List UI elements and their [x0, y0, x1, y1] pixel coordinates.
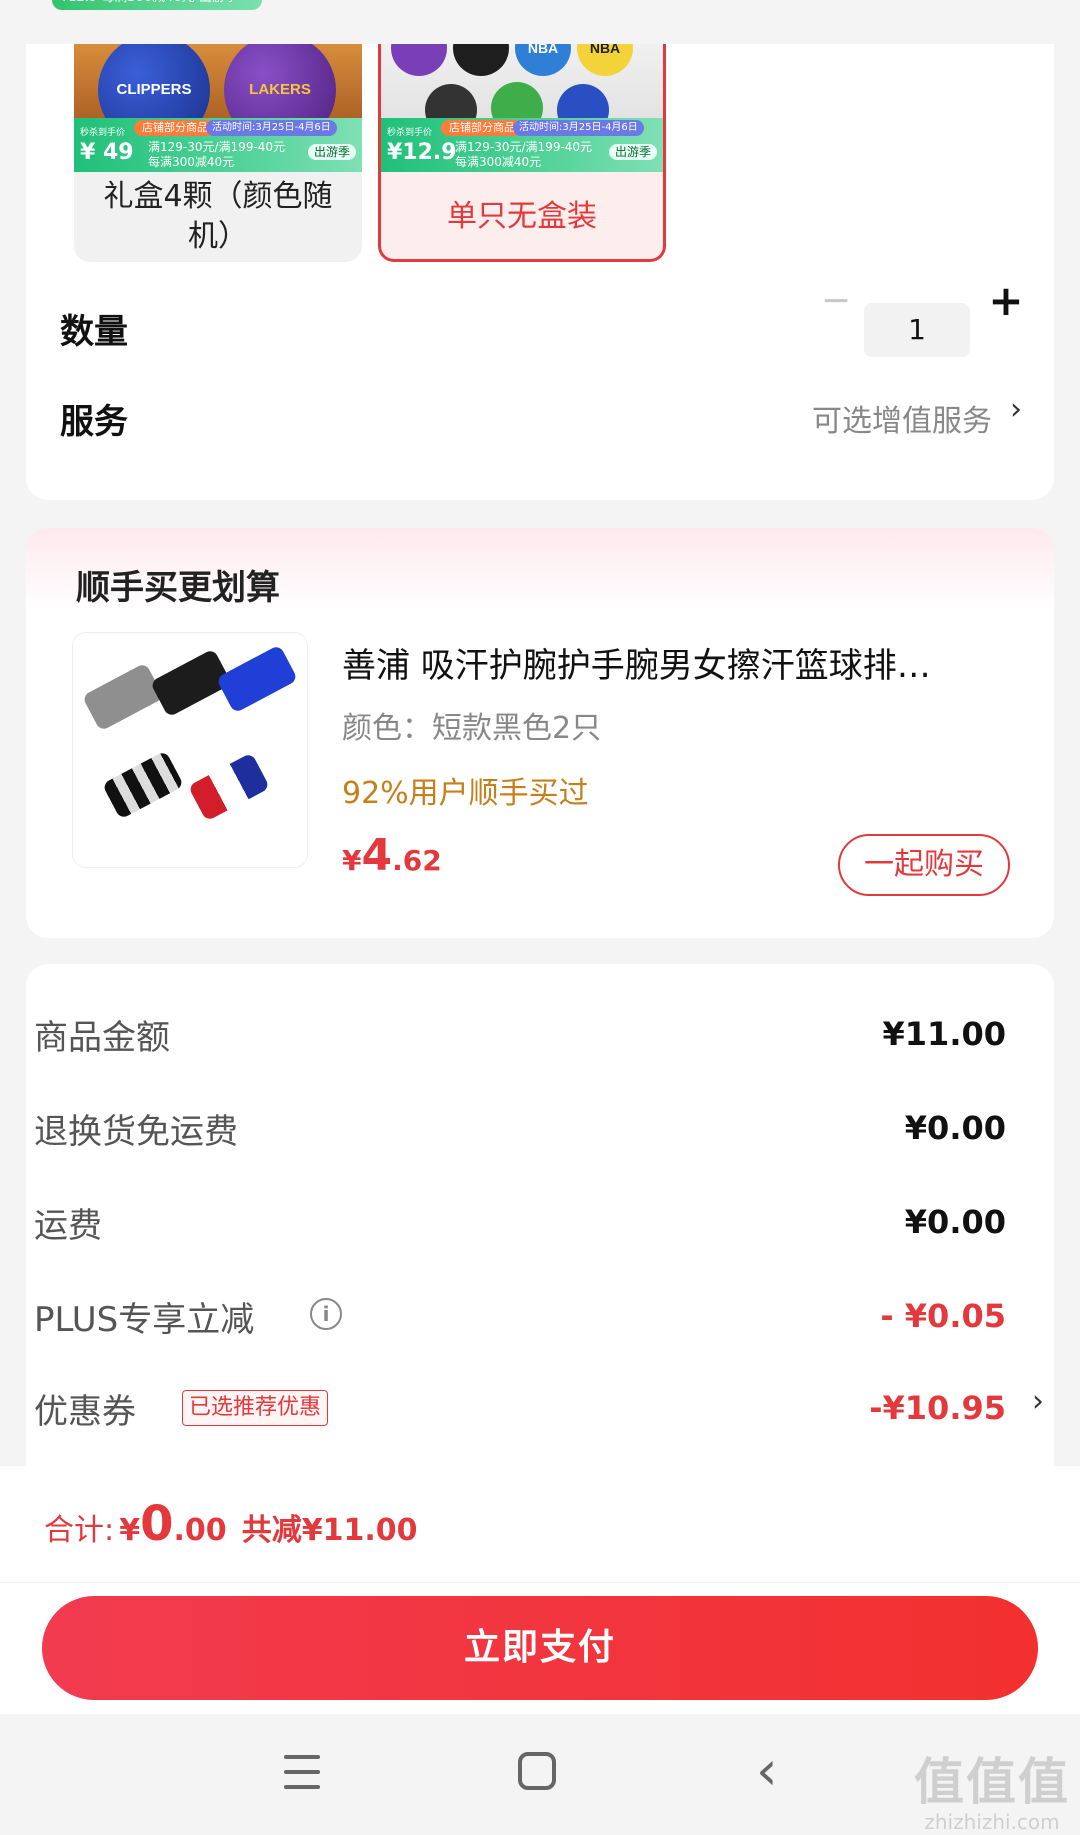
service-label: 服务 [60, 402, 128, 442]
options-card: CLIPPERS LAKERS 秒杀到手价 ¥ 49 店铺部分商品 活动时间:3… [26, 44, 1054, 500]
fee-value-plus: - ¥0.05 [880, 1297, 1006, 1335]
back-icon[interactable]: ‹ [756, 1744, 778, 1798]
recommend-product-image[interactable] [72, 632, 308, 868]
recent-apps-icon[interactable] [284, 1755, 320, 1789]
recommend-title: 顺手买更划算 [76, 568, 280, 608]
wristband-tricolor-icon [187, 752, 271, 822]
service-chevron-icon[interactable]: › [1010, 392, 1022, 427]
nba-ball-icon: NBA [515, 44, 571, 76]
coupon-chevron-icon[interactable]: › [1032, 1384, 1044, 1419]
promo-trip-tag: 出游季 [608, 144, 657, 160]
fee-value-goods: ¥11.00 [882, 1015, 1006, 1053]
promo-banner: 秒杀到手价 ¥12.9 店铺部分商品 活动时间:3月25日-4月6日 满129-… [381, 118, 663, 172]
wristband-gray-icon [81, 662, 165, 732]
fee-value-coupon[interactable]: -¥10.95 [869, 1389, 1006, 1427]
variant-label: 单只无盒装 [447, 199, 597, 234]
wristband-blue-icon [215, 644, 299, 714]
promo-rules: 满129-30元/满199-40元 每满300减40元 [148, 140, 286, 169]
variant-option-single[interactable]: NBA NBA 秒杀到手价 ¥12.9 店铺部分商品 活动时间:3月25日-4月… [378, 44, 666, 262]
fee-value-shipping: ¥0.00 [904, 1203, 1006, 1241]
checkout-page: ¥12.9 每满300减40元 出游季 CLIPPERS LAKERS 秒杀到手… [0, 0, 1080, 1835]
total-label: 合计: [44, 1513, 115, 1548]
fee-label-return-shipping: 退换货免运费 [34, 1112, 238, 1152]
fee-label-goods: 商品金额 [34, 1018, 170, 1058]
coupon-recommend-tag[interactable]: 已选推荐优惠 [182, 1390, 329, 1426]
info-icon[interactable]: i [310, 1298, 342, 1330]
quantity-label: 数量 [60, 312, 128, 352]
fee-label-coupon: 优惠券 [34, 1392, 136, 1432]
promo-trip-tag: 出游季 [307, 144, 356, 160]
recommend-social-proof: 92%用户顺手买过 [342, 776, 589, 811]
quantity-input[interactable]: 1 [864, 303, 970, 357]
buy-together-button[interactable]: 一起购买 [838, 834, 1010, 896]
variant-option-gift-box[interactable]: CLIPPERS LAKERS 秒杀到手价 ¥ 49 店铺部分商品 活动时间:3… [74, 44, 362, 262]
home-icon[interactable] [518, 1752, 556, 1790]
nets-ball-icon [453, 44, 509, 76]
quantity-decrease-button[interactable]: − [816, 281, 856, 321]
top-strip: ¥12.9 每满300减40元 出游季 [0, 0, 1080, 44]
recommend-price: ¥4.62 [342, 830, 442, 881]
wristband-stripe-icon [101, 750, 185, 820]
lakers-ball-icon [391, 44, 447, 76]
top-promo-badge: ¥12.9 每满300减40元 出游季 [52, 0, 262, 10]
variant-label: 礼盒4颗（颜色随机） [103, 179, 333, 254]
nba-ball-yellow-icon: NBA [577, 44, 633, 76]
promo-pill: 店铺部分商品 [134, 120, 216, 136]
promo-price: 秒杀到手价 ¥12.9 [387, 128, 457, 165]
promo-time: 活动时间:3月25日-4月6日 [513, 120, 644, 136]
total-summary: 合计: ¥0.00 共减¥11.00 [44, 1496, 418, 1552]
promo-rules: 满129-30元/满199-40元 每满300减40元 [455, 140, 593, 169]
recommend-card: 顺手买更划算 善浦 吸汗护腕护手腕男女擦汗篮球排… 颜色：短款黑色2只 92%用… [26, 528, 1054, 938]
site-watermark: 值值值 zhizhizhi.com [914, 1753, 1070, 1834]
promo-banner: 秒杀到手价 ¥ 49 店铺部分商品 活动时间:3月25日-4月6日 满129-3… [74, 118, 362, 172]
promo-time: 活动时间:3月25日-4月6日 [206, 120, 337, 136]
fee-label-shipping: 运费 [34, 1206, 102, 1246]
divider [0, 1582, 1080, 1583]
fee-label-plus: PLUS专享立减 [34, 1300, 255, 1340]
promo-price: 秒杀到手价 ¥ 49 [80, 128, 134, 165]
promo-pill: 店铺部分商品 [441, 120, 523, 136]
fee-value-return-shipping: ¥0.00 [904, 1109, 1006, 1147]
total-amount: 0 [140, 1496, 174, 1552]
recommend-product-color: 颜色：短款黑色2只 [342, 711, 602, 746]
recommend-product-name[interactable]: 善浦 吸汗护腕护手腕男女擦汗篮球排… [342, 638, 1012, 687]
pay-now-button[interactable]: 立即支付 [42, 1596, 1038, 1700]
quantity-increase-button[interactable]: + [984, 280, 1028, 322]
service-selector[interactable]: 可选增值服务 [812, 396, 992, 440]
total-saved: 共减¥11.00 [241, 1513, 418, 1548]
